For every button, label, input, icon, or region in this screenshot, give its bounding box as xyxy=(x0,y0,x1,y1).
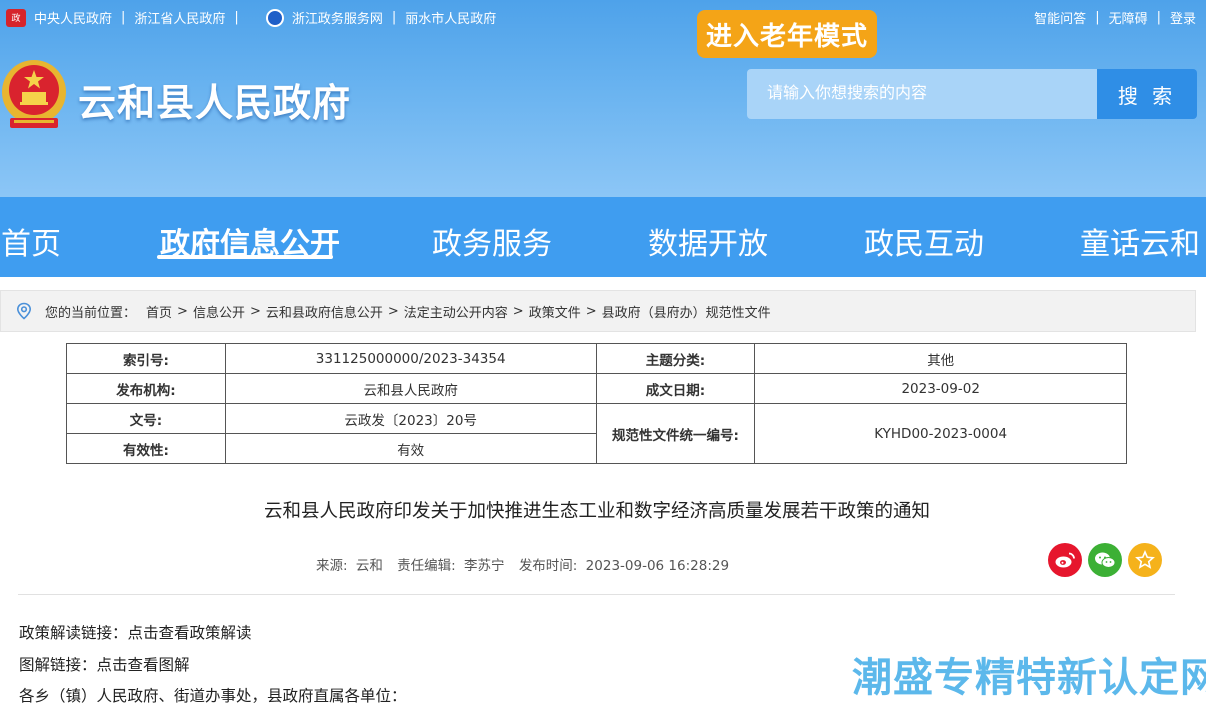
breadcrumb-policy-docs[interactable]: 政策文件 xyxy=(529,302,581,321)
separator: | xyxy=(1156,10,1161,25)
central-gov-icon: 政 xyxy=(6,8,26,27)
publish-time-value: 2023-09-06 16:28:29 xyxy=(585,558,730,574)
wechat-share-button[interactable] xyxy=(1088,543,1122,577)
breadcrumb-separator: > xyxy=(249,303,261,319)
date-label: 成文日期: xyxy=(595,373,756,404)
nav-home[interactable]: 首页 xyxy=(1,219,61,263)
topic-value: 其他 xyxy=(754,343,1127,374)
link-zhejiang-service[interactable]: 浙江政务服务网 xyxy=(292,8,383,27)
wechat-icon xyxy=(1095,552,1116,568)
top-links-right: 智能问答 | 无障碍 | 登录 xyxy=(1034,8,1196,27)
code-label: 规范性文件统一编号: xyxy=(595,403,756,464)
nav-active-indicator xyxy=(157,255,333,259)
breadcrumb-separator: > xyxy=(512,303,524,319)
org-label: 发布机构: xyxy=(66,373,226,404)
elder-mode-button[interactable]: 进入老年模式 xyxy=(697,10,877,58)
favorite-button[interactable] xyxy=(1128,543,1162,577)
weibo-icon xyxy=(1055,552,1075,568)
link-accessibility[interactable]: 无障碍 xyxy=(1109,8,1148,27)
docno-label: 文号: xyxy=(66,403,226,434)
source-value: 云和 xyxy=(355,558,383,574)
breadcrumb-separator: > xyxy=(177,303,188,319)
document-meta-table: 索引号: 331125000000/2023-34354 主题分类: 其他 发布… xyxy=(66,343,1127,464)
breadcrumb-normative-docs[interactable]: 县政府（县府办）规范性文件 xyxy=(602,302,771,321)
validity-label: 有效性: xyxy=(66,433,226,464)
star-icon xyxy=(1135,550,1155,569)
watermark: 潮盛专精特新认定网 xyxy=(852,655,1206,701)
document-title: 云和县人民政府印发关于加快推进生态工业和数字经济高质量发展若干政策的通知 xyxy=(263,501,930,522)
breadcrumb-prefix: 您的当前位置： xyxy=(45,305,137,321)
graphic-interpretation-link[interactable]: 点击查看图解 xyxy=(97,656,190,674)
org-value: 云和县人民政府 xyxy=(224,373,597,404)
code-value: KYHD00-2023-0004 xyxy=(754,403,1127,464)
main-nav: 首页 政府信息公开 政务服务 数据开放 政民互动 童话云和 xyxy=(0,197,1206,277)
publish-time-label: 发布时间: xyxy=(518,558,578,574)
link-zhejiang-gov[interactable]: 浙江省人民政府 xyxy=(134,8,225,27)
policy-interpretation-line: 政策解读链接：点击查看政策解读 xyxy=(19,621,252,643)
editor-value: 李苏宁 xyxy=(464,558,505,574)
separator: | xyxy=(1095,10,1100,25)
table-row: 索引号: 331125000000/2023-34354 主题分类: 其他 xyxy=(66,343,1127,374)
nav-interaction[interactable]: 政民互动 xyxy=(864,219,984,263)
nav-fairy-yunhe[interactable]: 童话云和 xyxy=(1080,219,1200,263)
nav-gov-service[interactable]: 政务服务 xyxy=(432,219,552,263)
separator: | xyxy=(391,10,397,25)
link-central-gov[interactable]: 中央人民政府 xyxy=(34,8,112,27)
location-pin-icon xyxy=(16,302,32,320)
site-header: 政 中央人民政府 | 浙江省人民政府 | 浙江政务服务网 | 丽水市人民政府 智… xyxy=(0,0,1206,197)
docno-value: 云政发〔2023〕20号 xyxy=(224,403,597,434)
site-title: 云和县人民政府 xyxy=(78,81,352,125)
separator: | xyxy=(234,10,239,25)
document-info: 来源: 云和 责任编辑: 李苏宁 发布时间: 2023-09-06 16:28:… xyxy=(316,554,733,574)
source-label: 来源: xyxy=(316,558,348,574)
body-salutation: 各乡（镇）人民政府、街道办事处，县政府直属各单位： xyxy=(19,687,407,705)
graphic-interpretation-label: 图解链接： xyxy=(19,656,97,674)
table-row: 发布机构: 云和县人民政府 成文日期: 2023-09-02 xyxy=(66,373,1127,404)
editor-label: 责任编辑: xyxy=(397,558,456,574)
breadcrumb-home[interactable]: 首页 xyxy=(146,302,172,321)
search-button[interactable]: 搜 索 xyxy=(1097,69,1197,119)
search-input[interactable] xyxy=(747,69,1097,119)
index-value: 331125000000/2023-34354 xyxy=(224,343,597,374)
link-login[interactable]: 登录 xyxy=(1170,8,1196,27)
policy-interpretation-label: 政策解读链接： xyxy=(19,624,128,642)
top-links-left: 政 中央人民政府 | 浙江省人民政府 | 浙江政务服务网 | 丽水市人民政府 xyxy=(6,8,496,27)
weibo-share-button[interactable] xyxy=(1048,543,1082,577)
separator: | xyxy=(121,10,126,25)
zhejiang-service-icon xyxy=(265,8,284,27)
index-label: 索引号: xyxy=(66,343,226,374)
divider xyxy=(18,594,1175,595)
graphic-interpretation-line: 图解链接：点击查看图解 xyxy=(19,653,190,675)
validity-value: 有效 xyxy=(224,433,597,464)
breadcrumb-statutory[interactable]: 法定主动公开内容 xyxy=(404,302,508,321)
breadcrumb-separator: > xyxy=(387,303,399,319)
table-row: 文号: 云政发〔2023〕20号 规范性文件统一编号: KYHD00-2023-… xyxy=(66,403,1127,464)
link-lishui-gov[interactable]: 丽水市人民政府 xyxy=(405,8,496,27)
breadcrumb: 您的当前位置： 首页 > 信息公开 > 云和县政府信息公开 > 法定主动公开内容… xyxy=(0,290,1196,332)
nav-open-data[interactable]: 数据开放 xyxy=(648,219,768,263)
topic-label: 主题分类: xyxy=(595,343,756,374)
link-smart-qa[interactable]: 智能问答 xyxy=(1034,8,1086,27)
national-emblem-icon xyxy=(2,60,66,128)
date-value: 2023-09-02 xyxy=(754,373,1127,404)
policy-interpretation-link[interactable]: 点击查看政策解读 xyxy=(128,624,252,642)
top-links-bar: 政 中央人民政府 | 浙江省人民政府 | 浙江政务服务网 | 丽水市人民政府 智… xyxy=(0,0,1206,34)
breadcrumb-info-open[interactable]: 信息公开 xyxy=(193,302,245,321)
breadcrumb-county-info[interactable]: 云和县政府信息公开 xyxy=(266,302,383,321)
breadcrumb-separator: > xyxy=(585,303,597,319)
